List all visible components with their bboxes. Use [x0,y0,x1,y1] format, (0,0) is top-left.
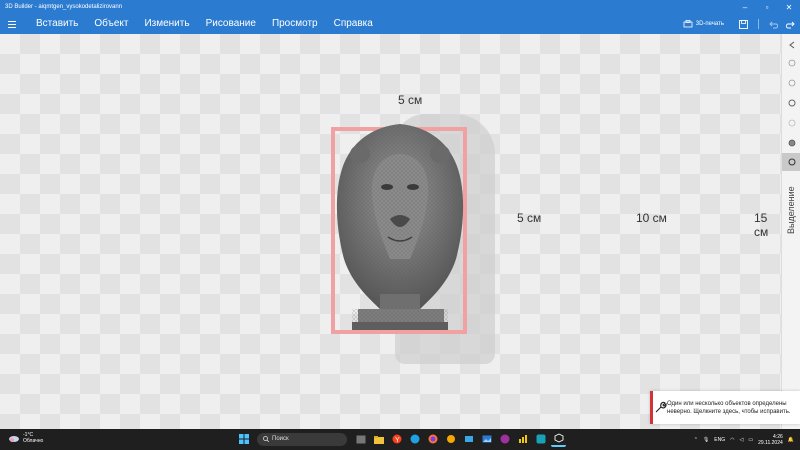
selection-label: Выделение [786,186,796,234]
weather-desc: Облачно [23,438,44,444]
maximize-icon[interactable]: ▫ [756,0,778,14]
menu-object[interactable]: Объект [86,14,136,34]
photos-icon[interactable] [479,431,494,447]
3d-canvas[interactable]: 5 см 5 см 10 см 15 см [0,34,781,429]
print-3d-label: 3D-печать [695,21,724,27]
chevron-up-icon[interactable]: ⌃ [694,437,698,443]
face-mode-icon[interactable] [785,136,798,149]
task-view-icon[interactable] [353,431,368,447]
3d-builder-taskbar-icon[interactable] [551,431,566,447]
file-explorer-icon[interactable] [371,431,386,447]
menu-help[interactable]: Справка [326,14,381,34]
app-icon-11[interactable] [533,431,548,447]
lion-bust-model[interactable] [330,119,470,339]
rotate-tool-icon[interactable] [785,76,798,89]
clock-date: 29.11.2024 [758,439,783,446]
title-bar: 3D Builder - aiqmtgen_vysokodetalizirova… [0,0,800,14]
edge-browser-icon[interactable] [407,431,422,447]
battery-icon[interactable]: ▭ [748,437,753,443]
wrench-icon [653,401,667,415]
menu-view[interactable]: Просмотр [264,14,326,34]
system-tray: ⌃ 🎙 ENG ◠ ◁ ▭ 4:26 29.11.2024 🔔 [694,429,794,450]
window-title: 3D Builder - aiqmtgen_vysokodetalizirova… [5,4,123,10]
save-icon[interactable] [734,14,752,34]
menu-edit[interactable]: Изменить [136,14,197,34]
top-dimension-label: 5 см [398,93,423,107]
move-tool-icon[interactable] [785,56,798,69]
volume-icon[interactable]: ◁ [740,437,744,443]
ruler-label-5: 5 см [517,211,542,225]
search-icon [263,436,269,442]
language-indicator[interactable]: ENG [714,437,725,443]
minimize-icon[interactable]: – [734,0,756,14]
close-icon[interactable]: ✕ [778,0,800,14]
print-3d-button[interactable]: 3D-печать [683,20,724,28]
yandex-browser-icon[interactable]: Y [389,431,404,447]
wifi-icon[interactable]: ◠ [730,437,734,443]
collapse-chevron-icon[interactable] [785,38,798,51]
microphone-icon[interactable]: 🎙 [703,437,709,443]
ruler-label-10: 10 см [636,211,667,225]
separator [752,14,764,34]
weather-widget[interactable]: -1°C Облачно [8,432,43,444]
taskbar: -1°C Облачно Поиск Y ⌃ 🎙 ENG ◠ ◁ ▭ 4:26 [0,429,800,450]
redo-icon[interactable] [782,14,800,34]
app-icon-6[interactable] [443,431,458,447]
firefox-icon[interactable] [425,431,440,447]
object-mode-icon[interactable] [785,116,798,129]
clock[interactable]: 4:26 29.11.2024 [758,434,783,446]
weather-cloud-icon [9,436,19,442]
app-icon-9[interactable] [497,431,512,447]
app-icon-10[interactable] [515,431,530,447]
tool-panel: Выделение [781,34,800,429]
scale-tool-icon[interactable] [785,96,798,109]
hamburger-menu-icon[interactable] [2,14,22,34]
search-placeholder: Поиск [272,436,289,442]
menu-insert[interactable]: Вставить [28,14,86,34]
error-notification[interactable]: Один или несколько объектов определены н… [650,391,800,424]
printer-icon [683,20,693,28]
menu-bar: Вставить Объект Изменить Рисование Просм… [0,14,800,34]
selection-tool-icon[interactable] [782,153,800,171]
windows-start-icon[interactable] [236,431,251,447]
undo-icon[interactable] [764,14,782,34]
svg-text:Y: Y [395,437,400,444]
notification-bell-icon[interactable]: 🔔 [788,437,794,443]
taskbar-search[interactable]: Поиск [257,432,347,446]
menu-paint[interactable]: Рисование [198,14,264,34]
notification-message: Один или несколько объектов определены н… [667,400,791,415]
ruler-label-15: 15 см [754,211,769,239]
app-icon-7[interactable] [461,431,476,447]
